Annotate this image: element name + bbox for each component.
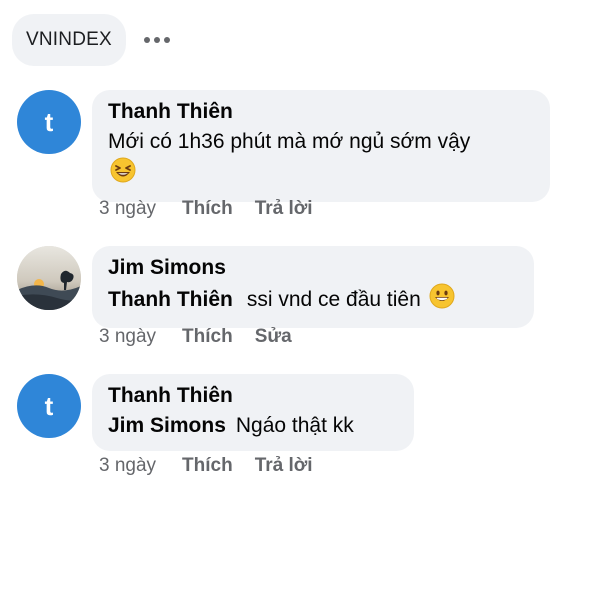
reply-button[interactable]: Trả lời <box>255 455 313 477</box>
comment-text: Ngáo thật kk <box>235 414 354 437</box>
sunset-photo-avatar[interactable] <box>17 246 81 310</box>
comment-text-line: Jim Simons Ngáo thật kk <box>108 411 396 441</box>
like-button[interactable]: Thích <box>182 455 233 477</box>
comment-thread: VNINDEX t Thanh Thiên Mới có 1h36 phút m… <box>0 0 600 600</box>
comment-item: t Thanh Thiên Jim Simons Ngáo thật kk <box>17 374 414 451</box>
comment-text-line: Mới có 1h36 phút mà mớ ngủ sớm vậy <box>108 127 532 192</box>
comment-bubble: Thanh Thiên Jim Simons Ngáo thật kk <box>92 374 414 451</box>
comment-bubble: Thanh Thiên Mới có 1h36 phút mà mớ ngủ s… <box>92 90 550 202</box>
comment-text: ssi vnd ce đầu tiên <box>246 288 421 312</box>
reply-button[interactable]: Trả lời <box>255 198 313 220</box>
comment-actions: 3 ngày Thích Trả lời <box>99 198 313 220</box>
comment-actions: 3 ngày Thích Sửa <box>99 326 292 348</box>
mention-link[interactable]: Jim Simons <box>108 414 226 437</box>
vnindex-tag-chip[interactable]: VNINDEX <box>12 14 126 66</box>
comment-author[interactable]: Thanh Thiên <box>108 97 532 127</box>
like-button[interactable]: Thích <box>182 198 233 220</box>
laughing-emoji-icon <box>110 157 136 192</box>
comment-item: Jim Simons Thanh Thiên ssi vnd ce đầu tiê… <box>17 246 534 328</box>
comment-timestamp[interactable]: 3 ngày <box>99 455 156 477</box>
edit-button[interactable]: Sửa <box>255 326 292 348</box>
comment-timestamp[interactable]: 3 ngày <box>99 326 156 348</box>
topbar: VNINDEX <box>12 14 176 66</box>
comment-author[interactable]: Jim Simons <box>108 253 516 283</box>
comment-item: t Thanh Thiên Mới có 1h36 phút mà mớ ngủ… <box>17 90 550 202</box>
like-button[interactable]: Thích <box>182 326 233 348</box>
grinning-emoji-icon <box>429 283 455 318</box>
mention-link[interactable]: Thanh Thiên <box>108 288 233 311</box>
dot <box>163 37 170 43</box>
comment-author[interactable]: Thanh Thiên <box>108 381 396 411</box>
comment-bubble: Jim Simons Thanh Thiên ssi vnd ce đầu tiê… <box>92 246 534 328</box>
comment-timestamp[interactable]: 3 ngày <box>99 198 156 220</box>
comment-text: Mới có 1h36 phút mà mớ ngủ sớm vậy <box>108 130 471 153</box>
dot <box>153 37 160 43</box>
dot <box>143 37 150 43</box>
comment-actions: 3 ngày Thích Trả lời <box>99 455 313 477</box>
more-options-icon[interactable] <box>138 14 176 66</box>
avatar[interactable]: t <box>17 90 81 154</box>
comment-text-line: Thanh Thiên ssi vnd ce đầu tiên <box>108 283 516 318</box>
avatar[interactable]: t <box>17 374 81 438</box>
